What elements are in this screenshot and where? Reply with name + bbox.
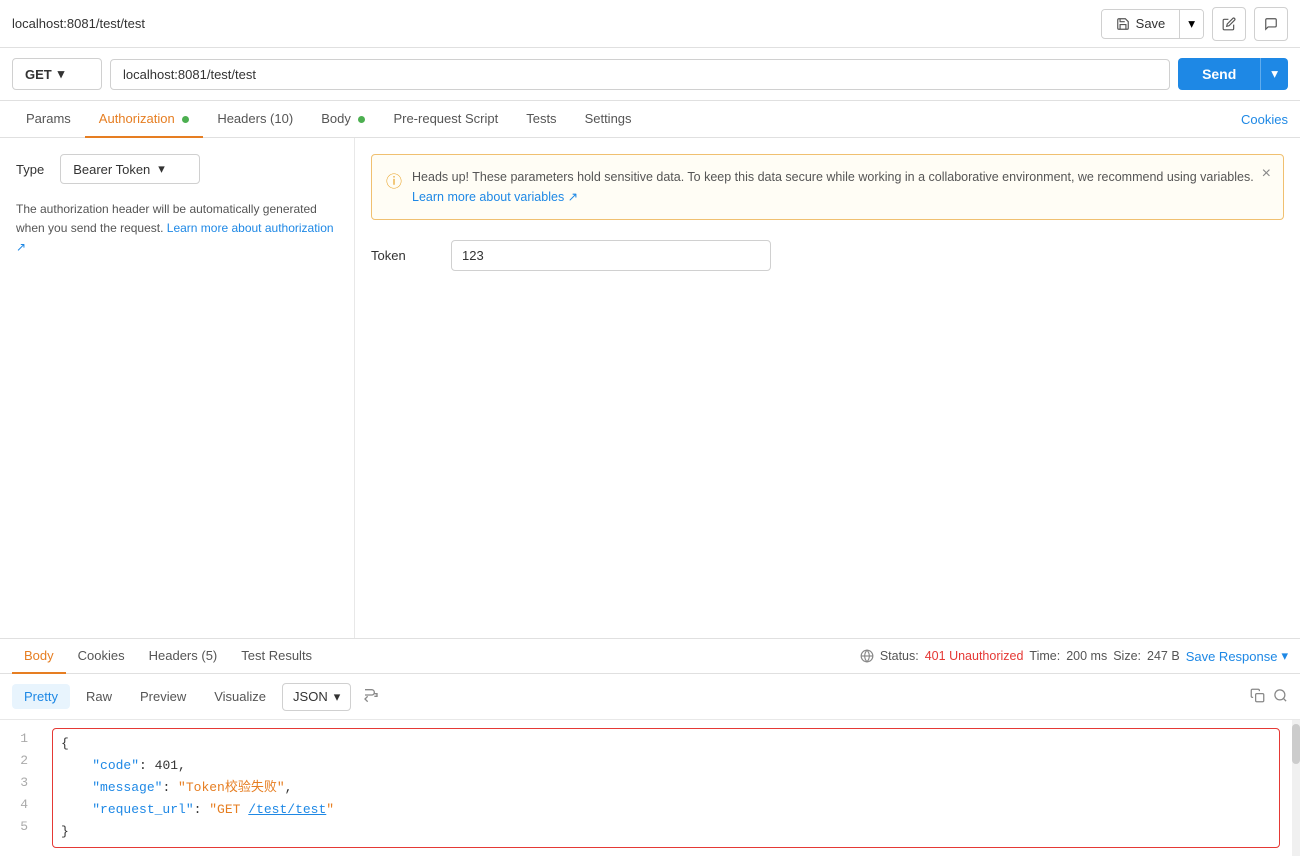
token-label: Token (371, 248, 431, 263)
code-lines: { "code": 401, "message": "Token校验失败", "… (40, 728, 1292, 848)
type-select-value: Bearer Token (73, 162, 150, 177)
save-caret-button[interactable]: ▾ (1179, 10, 1203, 38)
status-code: 401 Unauthorized (925, 649, 1024, 663)
response-tab-test-results[interactable]: Test Results (229, 639, 324, 674)
request-tabs-bar: Params Authorization Headers (10) Body P… (0, 101, 1300, 138)
method-select[interactable]: GET ▾ (12, 58, 102, 90)
top-bar: localhost:8081/test/test Save ▾ (0, 0, 1300, 48)
tab-params-label: Params (26, 111, 71, 126)
line-numbers: 1 2 3 4 5 (0, 728, 40, 848)
save-response-button[interactable]: Save Response ▾ (1186, 648, 1288, 664)
code-block: { "code": 401, "message": "Token校验失败", "… (52, 728, 1280, 848)
response-tab-body[interactable]: Body (12, 639, 66, 674)
copy-icon (1250, 688, 1265, 703)
tab-body[interactable]: Body (307, 101, 379, 138)
save-label: Save (1136, 16, 1166, 31)
scroll-thumb (1292, 724, 1300, 764)
type-select[interactable]: Bearer Token ▾ (60, 154, 200, 184)
method-value: GET (25, 67, 52, 82)
alert-box: ⓘ Heads up! These parameters hold sensit… (371, 154, 1284, 220)
search-icon (1273, 688, 1288, 703)
format-tab-pretty[interactable]: Pretty (12, 684, 70, 709)
authorization-dot (182, 116, 189, 123)
save-button[interactable]: Save (1102, 10, 1180, 37)
comment-button[interactable] (1254, 7, 1288, 41)
url-input-container (110, 59, 1170, 90)
body-dot (358, 116, 365, 123)
tab-tests-label: Tests (526, 111, 556, 126)
copy-button[interactable] (1250, 688, 1265, 706)
alert-icon: ⓘ (386, 168, 402, 192)
type-select-caret: ▾ (158, 161, 165, 177)
url-bar: GET ▾ Send ▾ (0, 48, 1300, 101)
response-status-bar: Status: 401 Unauthorized Time: 200 ms Si… (860, 648, 1288, 664)
globe-icon (860, 649, 874, 663)
format-type-value: JSON (293, 689, 328, 704)
scrollbar[interactable] (1292, 720, 1300, 856)
cookies-link[interactable]: Cookies (1241, 102, 1288, 137)
wrap-icon (363, 687, 379, 703)
time-label: Time: (1029, 649, 1060, 663)
response-tab-headers[interactable]: Headers (5) (137, 639, 230, 674)
response-area: Body Cookies Headers (5) Test Results St… (0, 638, 1300, 856)
send-button-group: Send ▾ (1178, 58, 1288, 90)
type-label: Type (16, 162, 44, 177)
wrap-button[interactable] (355, 682, 387, 711)
tab-authorization-label: Authorization (99, 111, 175, 126)
save-button-group: Save ▾ (1101, 9, 1204, 39)
auth-left-panel: Type Bearer Token ▾ The authorization he… (0, 138, 355, 638)
response-tab-cookies[interactable]: Cookies (66, 639, 137, 674)
alert-learn-more-link[interactable]: Learn more about variables ↗ (412, 190, 578, 204)
tab-headers[interactable]: Headers (10) (203, 101, 307, 138)
tab-settings-label: Settings (585, 111, 632, 126)
tab-prerequest[interactable]: Pre-request Script (379, 101, 512, 138)
code-line-2: "code": 401, (61, 755, 1271, 777)
tab-body-label: Body (321, 111, 351, 126)
format-type-select[interactable]: JSON ▾ (282, 683, 351, 711)
top-bar-actions: Save ▾ (1101, 7, 1288, 41)
type-row: Type Bearer Token ▾ (16, 154, 338, 184)
send-caret-button[interactable]: ▾ (1260, 58, 1288, 90)
auth-help-text: The authorization header will be automat… (16, 200, 338, 258)
code-line-4: "request_url": "GET /test/test" (61, 799, 1271, 821)
time-value: 200 ms (1066, 649, 1107, 663)
tab-tests[interactable]: Tests (512, 101, 570, 138)
code-view-container: 1 2 3 4 5 { "code": 401, "message": "Tok… (0, 720, 1300, 856)
tab-authorization[interactable]: Authorization (85, 101, 204, 138)
code-view: 1 2 3 4 5 { "code": 401, "message": "Tok… (0, 720, 1292, 856)
token-input[interactable] (451, 240, 771, 271)
alert-text: Heads up! These parameters hold sensitiv… (412, 167, 1269, 207)
size-label: Size: (1113, 649, 1141, 663)
window-title: localhost:8081/test/test (12, 16, 145, 31)
tab-params[interactable]: Params (12, 101, 85, 138)
status-label: Status: (880, 649, 919, 663)
format-tab-raw[interactable]: Raw (74, 684, 124, 709)
format-tab-preview[interactable]: Preview (128, 684, 198, 709)
code-line-3: "message": "Token校验失败", (61, 777, 1271, 799)
format-type-caret: ▾ (334, 689, 341, 705)
search-button[interactable] (1273, 688, 1288, 706)
main-content: Type Bearer Token ▾ The authorization he… (0, 138, 1300, 638)
code-line-5: } (61, 821, 1271, 843)
token-row: Token (371, 240, 1284, 271)
edit-button[interactable] (1212, 7, 1246, 41)
code-line-1: { (61, 733, 1271, 755)
body-format-bar: Pretty Raw Preview Visualize JSON ▾ (0, 674, 1300, 720)
auth-right-panel: ⓘ Heads up! These parameters hold sensit… (355, 138, 1300, 638)
format-tab-visualize[interactable]: Visualize (202, 684, 278, 709)
url-input[interactable] (110, 59, 1170, 90)
tab-settings[interactable]: Settings (571, 101, 646, 138)
save-icon (1116, 17, 1130, 31)
comment-icon (1264, 17, 1278, 31)
method-caret-icon: ▾ (58, 66, 65, 82)
response-tabs-bar: Body Cookies Headers (5) Test Results St… (0, 639, 1300, 674)
tab-headers-label: Headers (10) (217, 111, 293, 126)
tab-prerequest-label: Pre-request Script (393, 111, 498, 126)
send-button[interactable]: Send (1178, 58, 1260, 90)
alert-close-button[interactable]: × (1262, 165, 1271, 183)
size-value: 247 B (1147, 649, 1180, 663)
edit-icon (1222, 17, 1236, 31)
